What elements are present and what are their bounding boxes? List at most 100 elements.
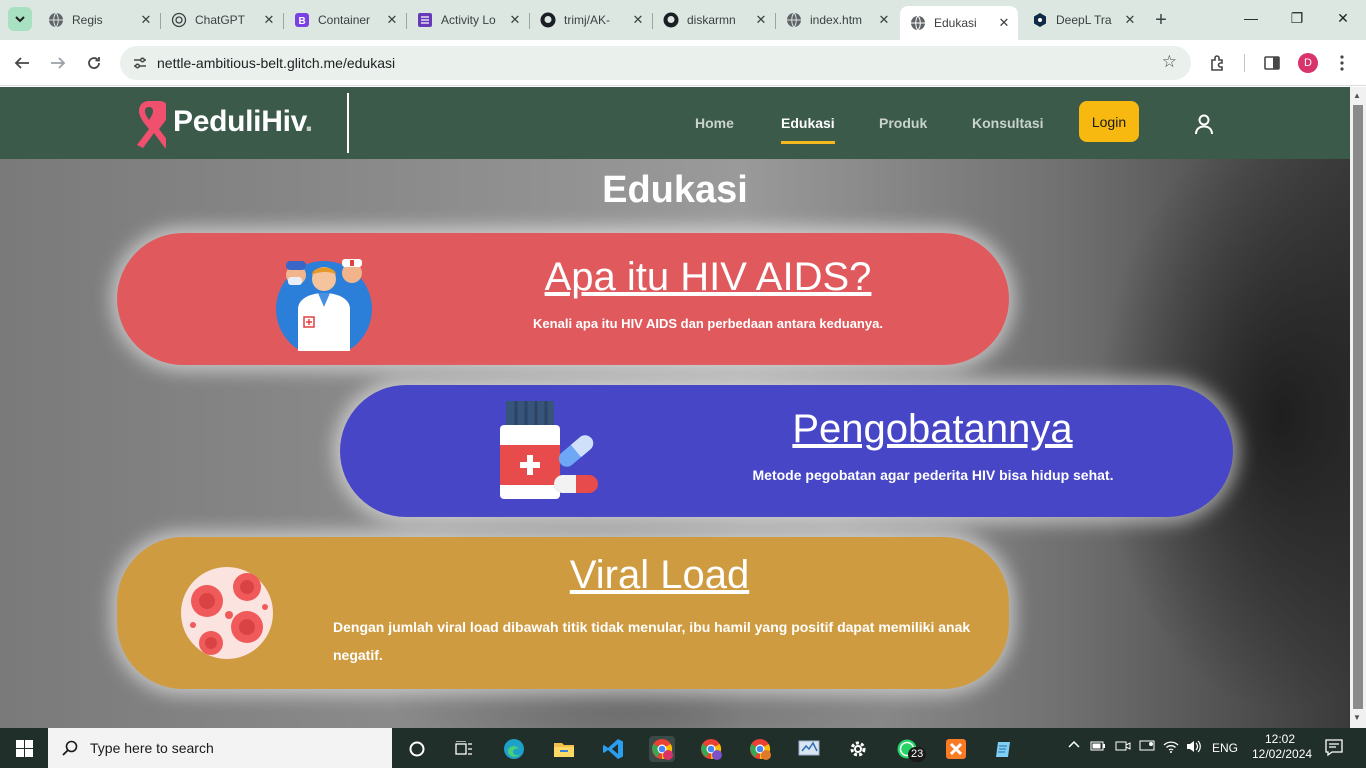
back-button[interactable] bbox=[11, 52, 33, 74]
task-view-icon[interactable] bbox=[451, 736, 477, 762]
cortana-icon[interactable] bbox=[404, 736, 430, 762]
page-title: Edukasi bbox=[602, 169, 748, 211]
address-bar[interactable]: nettle-ambitious-belt.glitch.me/edukasi … bbox=[120, 46, 1191, 80]
card-title[interactable]: Apa itu HIV AIDS? bbox=[533, 255, 883, 300]
whatsapp-badge: 23 bbox=[908, 747, 927, 762]
tab-diskarmn[interactable]: diskarmn ✕ bbox=[653, 6, 776, 34]
minimize-button[interactable]: — bbox=[1228, 10, 1274, 26]
card-hiv-aids[interactable]: Apa itu HIV AIDS? Kenali apa itu HIV AID… bbox=[117, 233, 1009, 365]
tab-title: Edukasi bbox=[934, 16, 977, 30]
tab-chatgpt[interactable]: ChatGPT ✕ bbox=[161, 6, 284, 34]
close-tab-icon[interactable]: ✕ bbox=[384, 12, 400, 28]
tab-edukasi[interactable]: Edukasi ✕ bbox=[900, 6, 1018, 40]
reload-button[interactable] bbox=[83, 52, 105, 74]
whatsapp-icon[interactable]: 23 bbox=[894, 736, 927, 762]
url-text: nettle-ambitious-belt.glitch.me/edukasi bbox=[157, 55, 396, 71]
site-info-icon[interactable] bbox=[132, 55, 148, 76]
tab-strip: Regis ✕ ChatGPT ✕ B Container ✕ Activity… bbox=[0, 0, 1366, 40]
card-pengobatan[interactable]: Pengobatannya Metode pegobatan agar pede… bbox=[340, 385, 1233, 517]
close-tab-icon[interactable]: ✕ bbox=[1122, 12, 1138, 28]
clock-date: 12/02/2024 bbox=[1252, 747, 1313, 761]
web-page: PeduliHiv. Home Edukasi Produk Konsultas… bbox=[0, 87, 1350, 728]
tray-chevron-up-icon[interactable] bbox=[1068, 739, 1080, 754]
chrome-profile-d2-icon[interactable] bbox=[698, 736, 724, 762]
deepl-icon bbox=[1032, 12, 1048, 28]
edge-icon[interactable] bbox=[501, 736, 527, 762]
scroll-down-arrow[interactable]: ▼ bbox=[1353, 713, 1361, 722]
tab-title: ChatGPT bbox=[195, 13, 246, 27]
arrow-right-icon bbox=[51, 57, 66, 69]
vscode-icon[interactable] bbox=[600, 736, 626, 762]
display-icon[interactable] bbox=[1139, 740, 1155, 755]
chevron-down-icon bbox=[15, 16, 25, 23]
tab-title: diskarmn bbox=[687, 13, 736, 27]
medicine-bottle-icon bbox=[500, 401, 598, 499]
globe-icon bbox=[48, 12, 64, 28]
menu-kebab-icon[interactable] bbox=[1331, 52, 1353, 74]
side-panel-icon[interactable] bbox=[1261, 52, 1283, 74]
nav-home[interactable]: Home bbox=[695, 115, 734, 131]
close-tab-icon[interactable]: ✕ bbox=[630, 12, 646, 28]
nav-edukasi[interactable]: Edukasi bbox=[781, 115, 835, 144]
close-tab-icon[interactable]: ✕ bbox=[138, 12, 154, 28]
chrome-profile-r-icon[interactable] bbox=[747, 736, 773, 762]
tab-search-button[interactable] bbox=[8, 7, 32, 31]
windows-taskbar: Type here to search 23 ENG 12:02 12/02/2… bbox=[0, 728, 1366, 768]
tab-container[interactable]: B Container ✕ bbox=[284, 6, 407, 34]
taskbar-search[interactable]: Type here to search bbox=[48, 728, 392, 768]
camera-icon[interactable] bbox=[1115, 740, 1131, 755]
card-viral-load[interactable]: Viral Load Dengan jumlah viral load diba… bbox=[117, 537, 1009, 689]
tab-title: Regis bbox=[72, 13, 103, 27]
scroll-up-arrow[interactable]: ▲ bbox=[1353, 91, 1361, 100]
brand-text: PeduliHiv bbox=[173, 105, 305, 138]
language-indicator[interactable]: ENG bbox=[1212, 741, 1238, 755]
tab-activity[interactable]: Activity Lo ✕ bbox=[407, 6, 530, 34]
globe-icon bbox=[910, 15, 926, 31]
user-icon[interactable] bbox=[1193, 113, 1215, 135]
restore-button[interactable]: ❐ bbox=[1274, 10, 1320, 27]
tab-regis[interactable]: Regis ✕ bbox=[38, 6, 161, 34]
close-tab-icon[interactable]: ✕ bbox=[996, 15, 1012, 31]
tab-index[interactable]: index.htm ✕ bbox=[776, 6, 898, 34]
notepad-icon[interactable] bbox=[991, 736, 1017, 762]
card-title[interactable]: Pengobatannya bbox=[760, 407, 1105, 452]
github-icon bbox=[540, 12, 556, 28]
notifications-icon[interactable] bbox=[1324, 737, 1344, 760]
wifi-icon[interactable] bbox=[1163, 740, 1179, 756]
profile-avatar[interactable]: D bbox=[1298, 53, 1318, 73]
nav-konsultasi[interactable]: Konsultasi bbox=[972, 115, 1044, 131]
tab-title: Activity Lo bbox=[441, 13, 496, 27]
volume-icon[interactable] bbox=[1186, 740, 1202, 756]
close-window-button[interactable]: ✕ bbox=[1320, 10, 1366, 27]
bookmark-star-icon[interactable]: ☆ bbox=[1162, 52, 1177, 72]
browser-toolbar: nettle-ambitious-belt.glitch.me/edukasi … bbox=[0, 40, 1366, 86]
tab-title: trimj/AK- bbox=[564, 13, 610, 27]
xampp-icon[interactable] bbox=[943, 736, 969, 762]
scrollbar-thumb[interactable] bbox=[1353, 105, 1363, 709]
close-tab-icon[interactable]: ✕ bbox=[876, 12, 892, 28]
blood-cells-icon bbox=[181, 567, 273, 659]
clock-time: 12:02 bbox=[1264, 732, 1296, 746]
system-clock[interactable]: 12:02 12/02/2024 bbox=[1252, 732, 1313, 762]
file-explorer-icon[interactable] bbox=[551, 736, 577, 762]
page-scrollbar[interactable]: ▲ ▼ bbox=[1350, 87, 1366, 728]
extensions-icon[interactable] bbox=[1207, 52, 1229, 74]
control-panel-icon[interactable] bbox=[796, 736, 822, 762]
tab-deepl[interactable]: DeepL Tra ✕ bbox=[1022, 6, 1144, 34]
brand-name[interactable]: PeduliHiv. bbox=[173, 105, 313, 139]
github-icon bbox=[663, 12, 679, 28]
close-tab-icon[interactable]: ✕ bbox=[261, 12, 277, 28]
nav-produk[interactable]: Produk bbox=[879, 115, 927, 131]
windows-start-icon[interactable] bbox=[16, 740, 33, 757]
chrome-profile-d-icon[interactable] bbox=[649, 736, 675, 762]
card-title[interactable]: Viral Load bbox=[537, 553, 782, 598]
forward-button[interactable] bbox=[47, 52, 69, 74]
new-tab-button[interactable]: + bbox=[1150, 9, 1172, 32]
settings-gear-icon[interactable] bbox=[845, 736, 871, 762]
login-button[interactable]: Login bbox=[1079, 101, 1139, 142]
battery-icon[interactable] bbox=[1090, 740, 1106, 755]
ribbon-logo-icon[interactable] bbox=[132, 99, 166, 149]
tab-trimj[interactable]: trimj/AK- ✕ bbox=[530, 6, 653, 34]
close-tab-icon[interactable]: ✕ bbox=[507, 12, 523, 28]
close-tab-icon[interactable]: ✕ bbox=[753, 12, 769, 28]
